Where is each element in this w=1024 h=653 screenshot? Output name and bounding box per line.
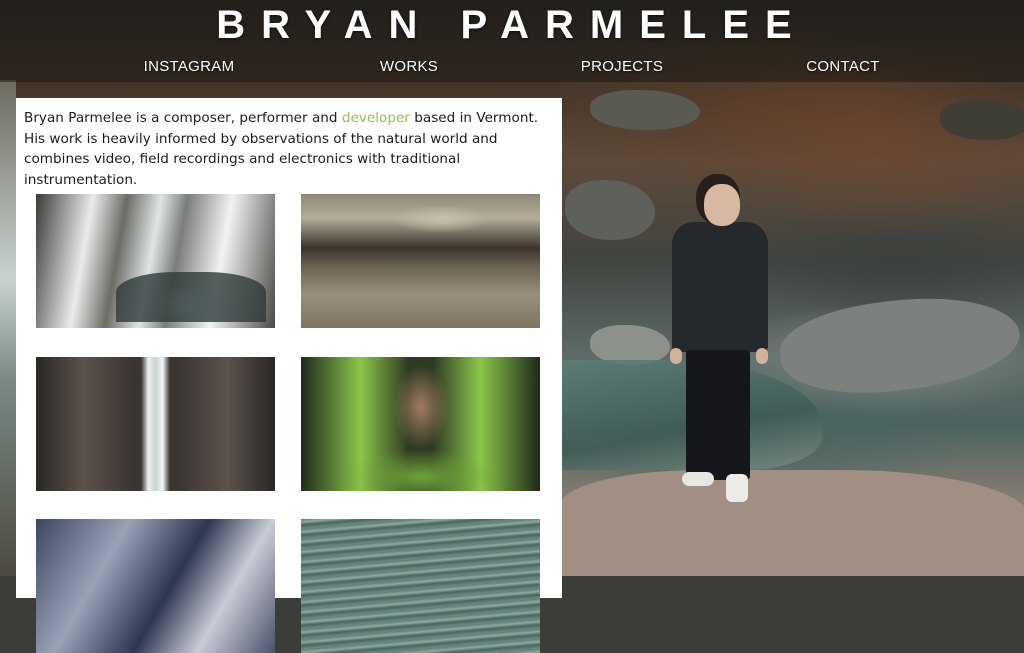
background-rock-foreground: [560, 470, 1024, 576]
bio-paragraph: Bryan Parmelee is a composer, performer …: [24, 108, 554, 190]
nav-instagram-link[interactable]: INSTAGRAM: [119, 58, 259, 75]
figure-legs: [686, 350, 750, 480]
figure-head: [704, 184, 740, 226]
blue-rocks-thumbnail[interactable]: [36, 519, 275, 653]
background-rock: [774, 283, 1024, 407]
background-rock: [565, 180, 655, 240]
portrait-figure: [664, 180, 774, 510]
nav-works-link[interactable]: WORKS: [339, 58, 479, 75]
background-rock: [590, 325, 670, 365]
main-nav: INSTAGRAM WORKS PROJECTS CONTACT: [0, 58, 1024, 80]
figure-shoe: [682, 472, 714, 486]
riverbed-stones-thumbnail[interactable]: [301, 194, 540, 328]
site-title[interactable]: BRYAN PARMELEE: [0, 0, 1024, 50]
mirrored-waterfall-thumbnail[interactable]: [36, 357, 275, 491]
snowy-stream-thumbnail[interactable]: [36, 194, 275, 328]
figure-hand: [670, 348, 682, 364]
site-header: BRYAN PARMELEE INSTAGRAM WORKS PROJECTS …: [0, 0, 1024, 82]
background-rock: [590, 90, 700, 130]
rippling-water-thumbnail[interactable]: [301, 519, 540, 653]
figure-hand: [756, 348, 768, 364]
developer-link[interactable]: developer: [342, 110, 410, 126]
background-waterfall-strip: [0, 80, 16, 576]
background-rock: [940, 100, 1024, 140]
figure-shoe: [726, 474, 748, 502]
nav-contact-link[interactable]: CONTACT: [773, 58, 913, 75]
nav-projects-link[interactable]: PROJECTS: [552, 58, 692, 75]
figure-jacket: [672, 222, 768, 352]
content-panel: Bryan Parmelee is a composer, performer …: [16, 98, 562, 653]
mirrored-green-plants-thumbnail[interactable]: [301, 357, 540, 491]
bio-text-start: Bryan Parmelee is a composer, performer …: [24, 110, 342, 126]
